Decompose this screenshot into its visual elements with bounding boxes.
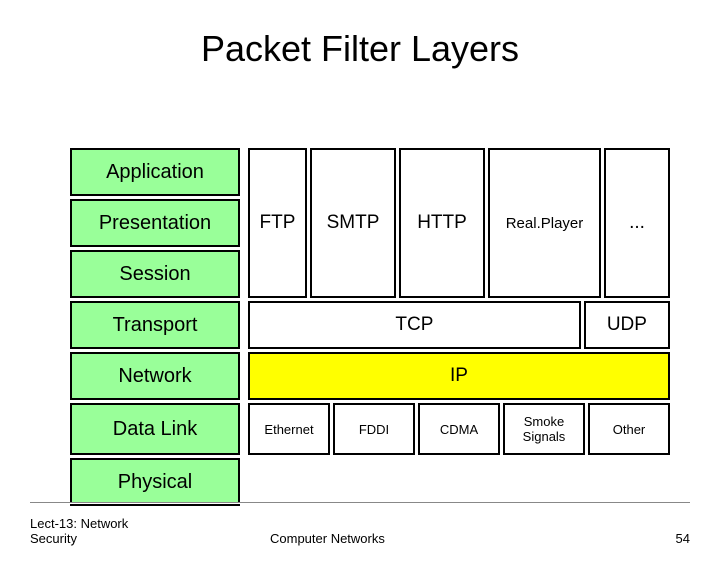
- proto-smtp: SMTP: [310, 148, 396, 298]
- slide-title: Packet Filter Layers: [0, 28, 720, 70]
- footer-lecture-a: Lect-13: Network: [30, 516, 190, 531]
- proto-http: HTTP: [399, 148, 485, 298]
- footer-rule: [30, 502, 690, 504]
- proto-ftp: FTP: [248, 148, 307, 298]
- footer-course: Computer Networks: [270, 531, 385, 546]
- proto-realplayer: Real.Player: [488, 148, 601, 298]
- proto-more: ...: [604, 148, 670, 298]
- proto-udp: UDP: [584, 301, 670, 349]
- proto-tcp: TCP: [248, 301, 581, 349]
- proto-ethernet: Ethernet: [248, 403, 330, 455]
- slide-footer: Lect-13: Network Security Computer Netwo…: [30, 516, 690, 546]
- osi-datalink: Data Link: [70, 403, 240, 455]
- layer-diagram: Application Presentation Session Transpo…: [70, 148, 670, 509]
- proto-smoke: Smoke Signals: [503, 403, 585, 455]
- osi-network: Network: [70, 352, 240, 400]
- footer-page: 54: [630, 531, 690, 546]
- proto-ip: IP: [248, 352, 670, 400]
- proto-other: Other: [588, 403, 670, 455]
- osi-physical: Physical: [70, 458, 240, 506]
- proto-fddi: FDDI: [333, 403, 415, 455]
- osi-session: Session: [70, 250, 240, 298]
- osi-application: Application: [70, 148, 240, 196]
- footer-lecture-b: Security: [30, 531, 190, 546]
- osi-presentation: Presentation: [70, 199, 240, 247]
- proto-cdma: CDMA: [418, 403, 500, 455]
- osi-transport: Transport: [70, 301, 240, 349]
